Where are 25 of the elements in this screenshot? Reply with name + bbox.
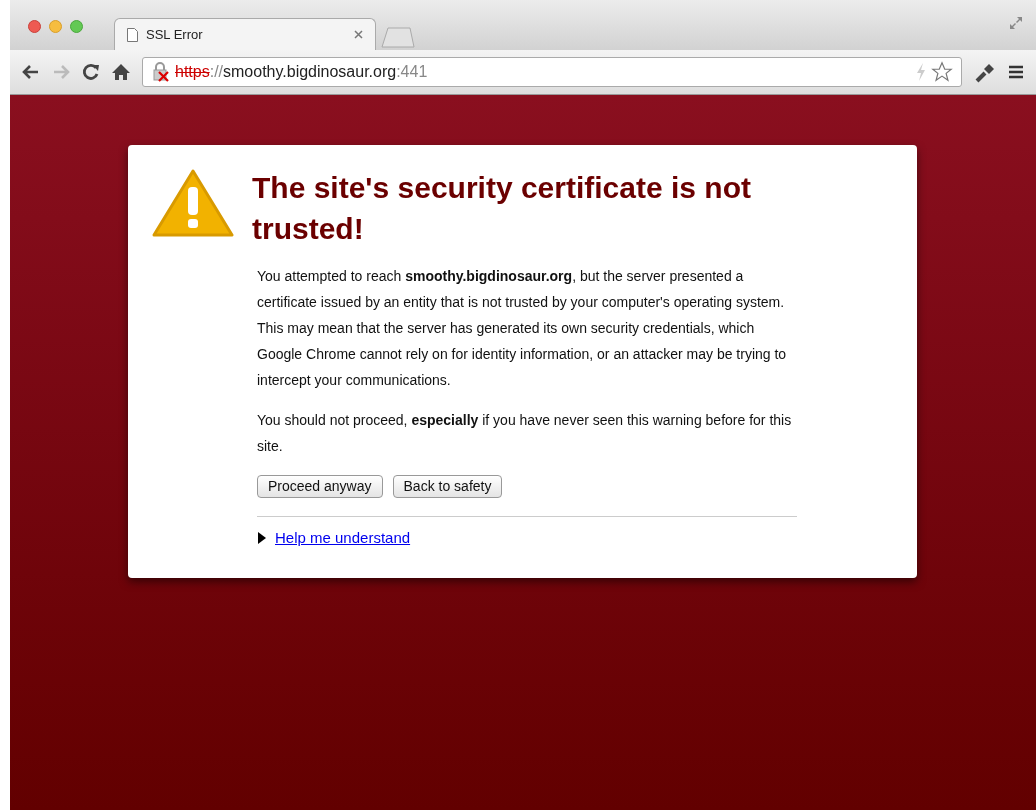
wrench-icon[interactable] xyxy=(974,61,996,83)
menu-icon[interactable] xyxy=(1008,64,1024,80)
warning-icon xyxy=(152,169,234,239)
page-icon xyxy=(127,27,138,42)
fullscreen-icon[interactable] xyxy=(1008,15,1024,31)
reload-icon[interactable] xyxy=(82,63,100,81)
error-title: The site's security certificate is not trusted! xyxy=(252,170,752,247)
close-window-button[interactable] xyxy=(28,20,41,33)
error-description: You should not proceed, especially if you have never seen this warning before for this site. xyxy=(257,411,793,456)
url-text: https://smoothy.bigdinosaur.org:441 xyxy=(175,62,429,82)
broken-lock-icon xyxy=(151,62,171,82)
back-button[interactable]: Back to safety xyxy=(392,475,503,498)
help-link[interactable]: Help me understand xyxy=(275,527,411,550)
star-icon[interactable] xyxy=(931,61,953,83)
expand-triangle-icon[interactable] xyxy=(257,532,267,545)
back-icon[interactable] xyxy=(22,64,40,80)
lightning-icon xyxy=(915,63,927,81)
browser-tab[interactable]: SSL Error xyxy=(114,18,376,50)
tab-title: SSL Error xyxy=(146,25,204,44)
address-bar[interactable]: https://smoothy.bigdinosaur.org:441 xyxy=(142,57,962,87)
proceed-button[interactable]: Proceed anyway xyxy=(257,475,383,498)
zoom-window-button[interactable] xyxy=(70,20,83,33)
home-icon[interactable] xyxy=(112,63,130,81)
close-icon[interactable] xyxy=(354,30,363,39)
error-description: You attempted to reach smoothy.bigdinosaur.org, but the server presented a certificate issued by an entity that is not trusted by your computer's operating system. This may mean that the server has generated its own security credentials, which Google Chrome cannot rely on for identity information, or an attacker may be trying to intercept your communications. xyxy=(257,267,788,390)
